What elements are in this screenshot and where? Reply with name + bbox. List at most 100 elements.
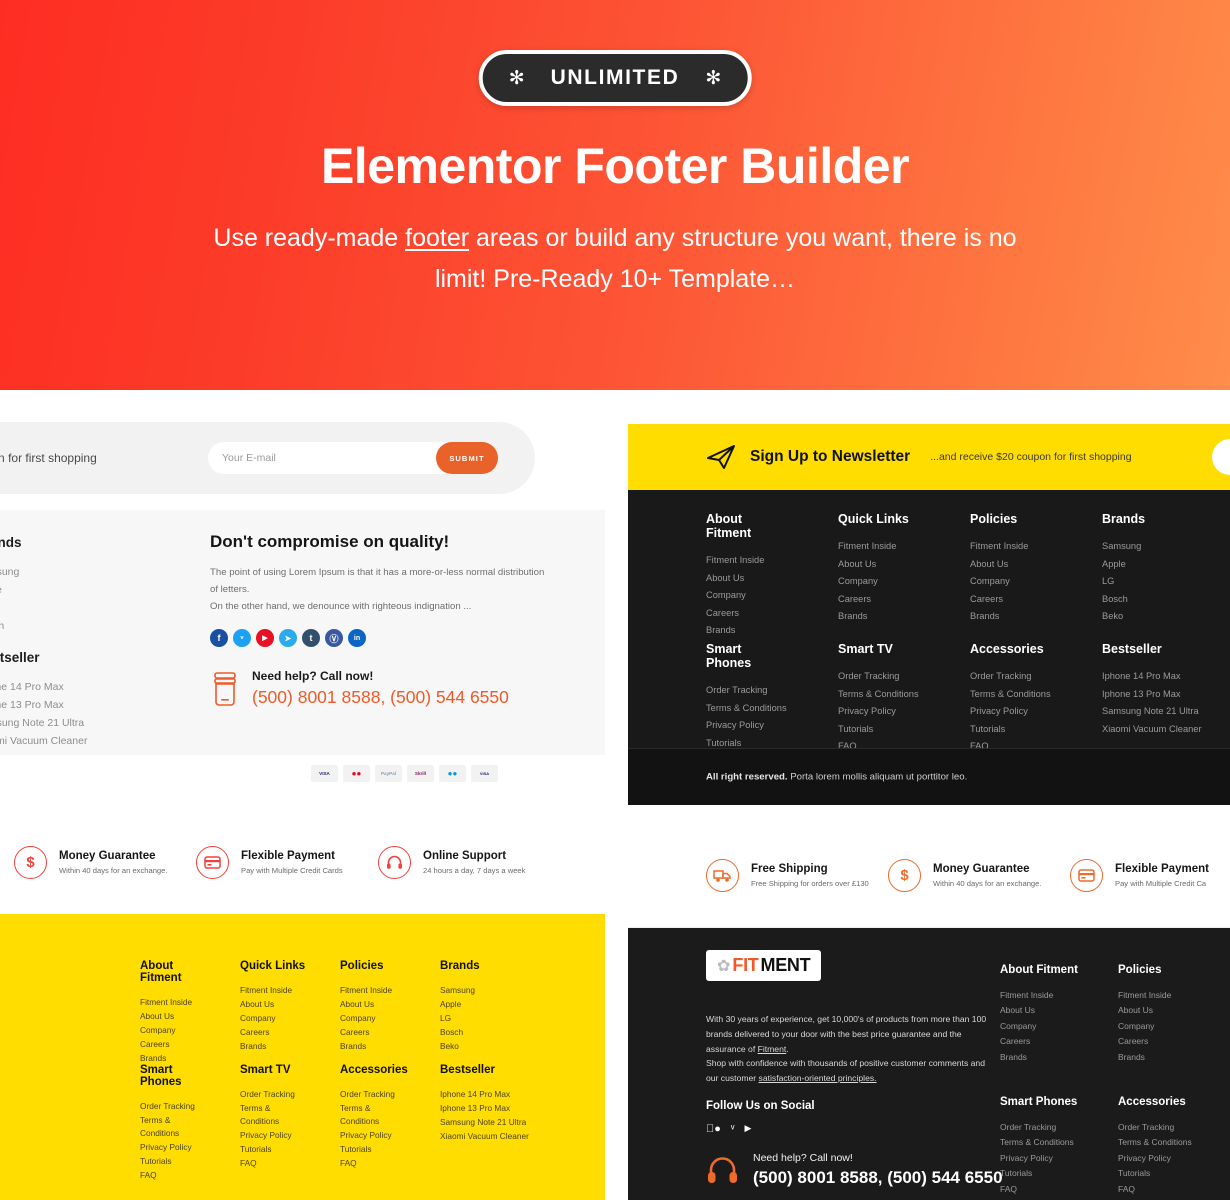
footer-link[interactable]: Brands xyxy=(240,1039,308,1053)
footer-link[interactable]: LG xyxy=(1102,573,1212,591)
footer-link[interactable]: Company xyxy=(706,587,790,605)
footer-link[interactable]: Fitment Inside xyxy=(838,538,922,556)
footer-link[interactable]: Brands xyxy=(706,622,790,640)
footer-link[interactable]: Careers xyxy=(340,1025,408,1039)
footer-link[interactable]: Order Tracking xyxy=(1118,1119,1198,1135)
footer-link[interactable]: Tutorials xyxy=(340,1142,408,1156)
footer-link[interactable]: Tutorials xyxy=(838,721,922,739)
footer-link[interactable]: Company xyxy=(1118,1018,1198,1034)
footer-link[interactable]: Order Tracking xyxy=(140,1099,208,1113)
footer-link[interactable]: Tutorials xyxy=(140,1154,208,1168)
footer-link[interactable]: Order Tracking xyxy=(970,668,1054,686)
preview-dark-footer[interactable]: Sign Up to Newsletter ...and receive $20… xyxy=(628,390,1230,805)
linkedin-icon[interactable]: in xyxy=(348,629,366,647)
newsletter-form-light[interactable]: SUBMIT xyxy=(208,442,498,474)
footer-link[interactable]: Terms & Conditions xyxy=(706,700,790,718)
footer-link[interactable]: Terms & Conditions xyxy=(240,1101,308,1128)
footer-link[interactable]: Terms & Conditions xyxy=(340,1101,408,1128)
footer-link[interactable]: Samsung xyxy=(1102,538,1212,556)
footer-link[interactable]: Apple xyxy=(1102,556,1212,574)
footer-link[interactable]: Company xyxy=(1000,1018,1080,1034)
footer-link[interactable]: Careers xyxy=(240,1025,308,1039)
footer-link[interactable]: Apple xyxy=(440,997,532,1011)
footer-link[interactable]: Tutorials xyxy=(240,1142,308,1156)
footer-link[interactable]: Samsung Note 21 Ultra xyxy=(1102,703,1212,721)
footer-link[interactable]: Brands xyxy=(970,608,1054,626)
footer-link[interactable]: Brands xyxy=(340,1039,408,1053)
footer-link[interactable]: Iphone 13 Pro Max xyxy=(440,1101,532,1115)
footer-link[interactable]: Iphone 14 Pro Max xyxy=(440,1087,532,1101)
footer-link[interactable]: Order Tracking xyxy=(340,1087,408,1101)
email-input[interactable] xyxy=(208,452,436,464)
footer-link[interactable]: Fitment Inside xyxy=(970,538,1054,556)
youtube-icon[interactable]: ▶ xyxy=(744,1123,751,1135)
newsletter-input-circle[interactable] xyxy=(1212,439,1230,475)
footer-link[interactable]: Order Tracking xyxy=(240,1087,308,1101)
footer-link[interactable]: Xiaomi Vacuum Cleaner xyxy=(0,732,125,750)
footer-link[interactable]: LG xyxy=(0,599,125,617)
footer-link[interactable]: Iphone 13 Pro Max xyxy=(1102,686,1212,704)
footer-link[interactable]: About Us xyxy=(706,570,790,588)
telegram-icon[interactable]: ➤ xyxy=(279,629,297,647)
footer-link[interactable]: Brands xyxy=(838,608,922,626)
footer-link[interactable]: Beko xyxy=(1102,608,1212,626)
footer-link[interactable]: Company xyxy=(140,1023,208,1037)
twitter-icon[interactable]: ᵛ xyxy=(233,629,251,647)
footer-link[interactable]: FAQ xyxy=(1118,1181,1198,1197)
preview-yellow-footer[interactable]: $ Money Guarantee Within 40 days for an … xyxy=(0,818,605,1200)
footer-link[interactable]: Iphone 14 Pro Max xyxy=(1102,668,1212,686)
footer-link[interactable]: Careers xyxy=(140,1037,208,1051)
footer-link[interactable]: Privacy Policy xyxy=(706,717,790,735)
footer-link[interactable]: Tutorials xyxy=(1118,1166,1198,1182)
about-p1-link[interactable]: Fitment xyxy=(758,1044,787,1054)
footer-link[interactable]: About Us xyxy=(140,1009,208,1023)
footer-link[interactable]: Privacy Policy xyxy=(1118,1150,1198,1166)
footer-link[interactable]: Order Tracking xyxy=(838,668,922,686)
footer-link[interactable]: About Us xyxy=(1000,1003,1080,1019)
footer-link[interactable]: FAQ xyxy=(140,1168,208,1182)
footer-link[interactable]: Careers xyxy=(970,591,1054,609)
footer-link[interactable]: FAQ xyxy=(340,1156,408,1170)
footer-link[interactable]: Fitment Inside xyxy=(1118,987,1198,1003)
footer-link[interactable]: Tutorials xyxy=(1000,1166,1080,1182)
footer-link[interactable]: Fitment Inside xyxy=(706,552,790,570)
footer-link[interactable]: Privacy Policy xyxy=(240,1128,308,1142)
footer-link[interactable]: Samsung xyxy=(440,983,532,997)
footer-link[interactable]: Samsung Note 21 Ultra xyxy=(0,714,125,732)
footer-link[interactable]: Beko xyxy=(440,1039,532,1053)
fitment-logo[interactable]: ✿ FIT MENT xyxy=(706,950,822,981)
help-phone-numbers[interactable]: (500) 8001 8588, (500) 544 6550 xyxy=(252,687,509,708)
hero-sub-link[interactable]: footer xyxy=(405,224,469,252)
footer-link[interactable]: Samsung xyxy=(0,563,125,581)
facebook-icon[interactable]: ● xyxy=(706,1123,721,1135)
footer-link[interactable]: Samsung Note 21 Ultra xyxy=(440,1115,532,1129)
twitter-icon[interactable]: ᵛ xyxy=(731,1123,735,1135)
footer-link[interactable]: Company xyxy=(340,1011,408,1025)
footer-link[interactable]: Terms & Conditions xyxy=(838,686,922,704)
footer-link[interactable]: Careers xyxy=(1118,1034,1198,1050)
footer-link[interactable]: Privacy Policy xyxy=(140,1140,208,1154)
footer-link[interactable]: Fitment Inside xyxy=(340,983,408,997)
footer-link[interactable]: Bosch xyxy=(0,617,125,635)
footer-link[interactable]: Bosch xyxy=(1102,591,1212,609)
preview-brand-footer[interactable]: Free Shipping Free Shipping for orders o… xyxy=(628,818,1230,1200)
footer-link[interactable]: Apple xyxy=(0,581,125,599)
youtube-icon[interactable]: ▶ xyxy=(256,629,274,647)
footer-link[interactable]: Company xyxy=(838,573,922,591)
preview-light-footer[interactable]: e $20 coupon for first shopping SUBMIT c… xyxy=(0,390,605,805)
footer-link[interactable]: Iphone 14 Pro Max xyxy=(0,678,125,696)
footer-link[interactable]: Terms & Conditions xyxy=(970,686,1054,704)
footer-link[interactable]: Company xyxy=(240,1011,308,1025)
footer-link[interactable]: About Us xyxy=(838,556,922,574)
footer-link[interactable]: Order Tracking xyxy=(1000,1119,1080,1135)
footer-link[interactable]: About Us xyxy=(240,997,308,1011)
footer-link[interactable]: Terms & Conditions xyxy=(1000,1135,1080,1151)
footer-link[interactable]: Brands xyxy=(140,1051,208,1065)
footer-link[interactable]: Bosch xyxy=(440,1025,532,1039)
about-p2-link[interactable]: satisfaction-oriented principles. xyxy=(759,1073,877,1083)
footer-link[interactable]: About Us xyxy=(1118,1003,1198,1019)
footer-link[interactable]: FAQ xyxy=(1000,1181,1080,1197)
footer-link[interactable]: Fitment Inside xyxy=(140,995,208,1009)
footer-link[interactable]: Careers xyxy=(838,591,922,609)
footer-link[interactable]: Privacy Policy xyxy=(838,703,922,721)
